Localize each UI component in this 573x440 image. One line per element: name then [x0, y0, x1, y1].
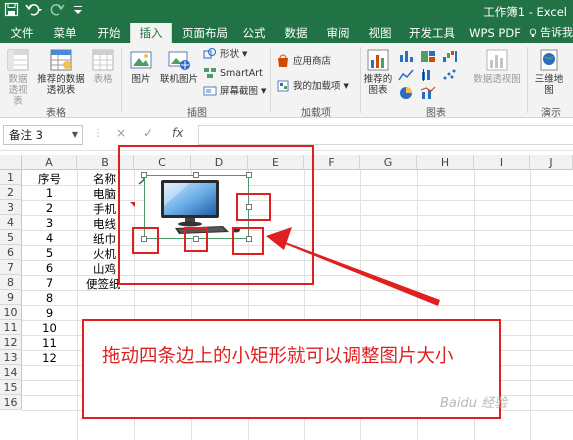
annotation-callout-text: 拖动四条边上的小矩形就可以调整图片大小 — [102, 346, 454, 367]
watermark: Baidu 经验 — [440, 396, 508, 411]
excel-window: 工作簿1 - Excel 文件 菜单 开始 插入 页面布局 公式 数据 审阅 视… — [0, 0, 573, 440]
annotation-callout: 拖动四条边上的小矩形就可以调整图片大小 — [82, 319, 501, 419]
